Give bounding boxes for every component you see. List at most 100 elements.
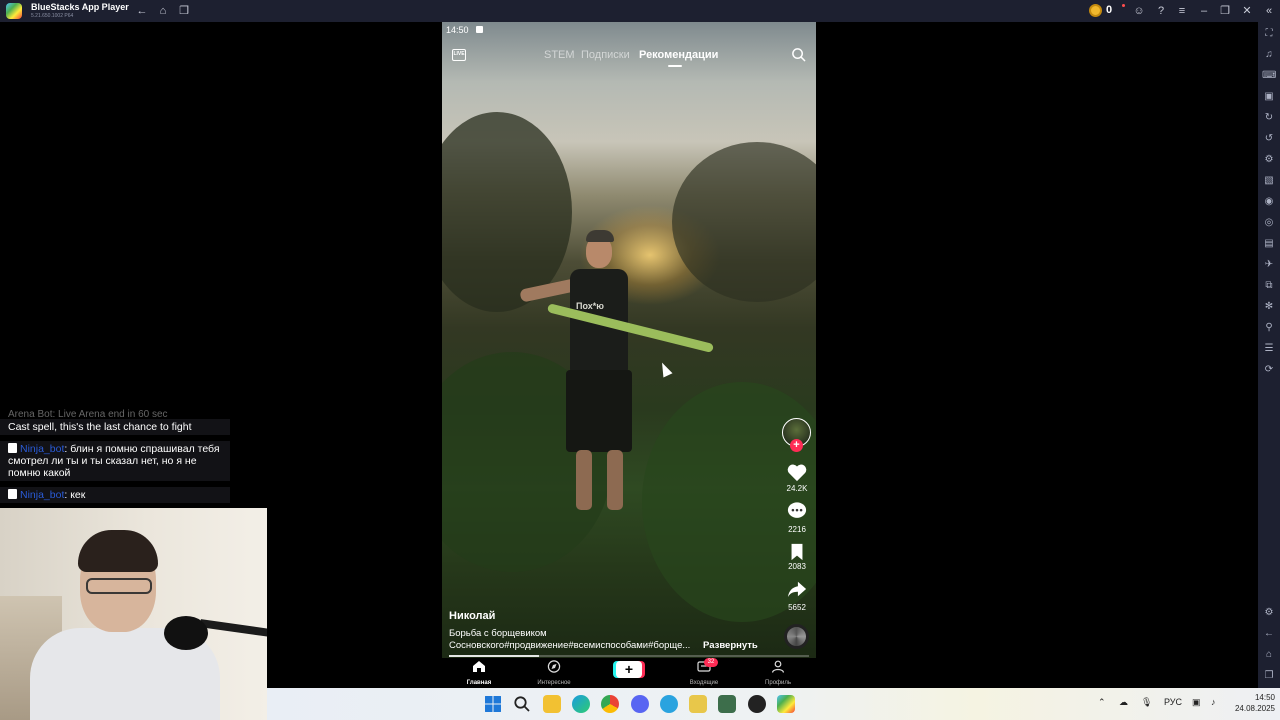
hogweed-silhouette [672, 142, 816, 302]
save-count: 2083 [788, 562, 806, 571]
chat-username: Ninja_bot [20, 443, 65, 455]
chrome-icon[interactable] [601, 695, 619, 713]
bookmark-icon[interactable] [786, 542, 808, 562]
music-disc-icon[interactable] [784, 624, 809, 649]
obs-icon[interactable] [748, 695, 766, 713]
screenshot-icon[interactable]: ◉ [1262, 195, 1276, 209]
chat-message: Ninja_bot: блин я помню спрашивал тебя с… [0, 441, 230, 481]
media-folder-icon[interactable]: ▤ [1262, 237, 1276, 251]
game-controls-icon[interactable]: ▣ [1262, 90, 1276, 104]
clock-date: 24.08.2025 [1234, 704, 1275, 713]
nav-home[interactable]: Главная [449, 660, 509, 686]
twitch-icon [8, 443, 17, 453]
collapse-sidebar-icon[interactable]: « [1261, 3, 1277, 19]
layers-icon[interactable]: ☰ [1262, 342, 1276, 356]
language-indicator[interactable]: РУС [1164, 697, 1182, 707]
search-taskbar-icon[interactable] [513, 695, 531, 713]
windows-taskbar: ⌃ ☁ 🎙 РУС ▣ ♪ 14:50 24.08.2025 [267, 688, 1280, 720]
performance-icon[interactable]: ▧ [1262, 174, 1276, 188]
active-tab-indicator [668, 65, 682, 67]
share-count: 5652 [788, 603, 806, 612]
volume-icon[interactable]: ♫ [1262, 48, 1276, 62]
title-bar: BlueStacks App Player 5.21.650.1002 P64 … [0, 0, 1280, 22]
compass-icon [547, 660, 561, 673]
mic-tray-icon[interactable]: 🎙 [1141, 697, 1152, 708]
heart-icon[interactable] [786, 462, 808, 482]
menu-icon[interactable]: ≡ [1174, 3, 1190, 19]
comment-count: 2216 [788, 525, 806, 534]
fullscreen-icon[interactable]: ⛶ [1262, 27, 1276, 41]
mic-arm [199, 619, 267, 637]
sync-icon[interactable]: ↺ [1262, 132, 1276, 146]
status-notification-icon [476, 26, 483, 33]
microphone-icon [164, 616, 208, 650]
home-icon[interactable]: ⌂ [155, 3, 171, 19]
file-explorer-icon[interactable] [543, 695, 561, 713]
sidebar-home-icon[interactable]: ⌂ [1262, 648, 1276, 662]
nav-home-label: Главная [466, 680, 492, 686]
settings-icon[interactable]: ⚙ [1262, 606, 1276, 620]
minimize-icon[interactable]: – [1196, 3, 1212, 19]
tab-stem[interactable]: STEM [544, 49, 575, 61]
streamer-webcam [0, 508, 267, 720]
edge-icon[interactable] [572, 695, 590, 713]
coin-icon[interactable] [1089, 4, 1102, 17]
bluestacks-sidebar: ⛶ ♫ ⌨ ▣ ↻ ↺ ⚙ ▧ ◉ ◎ ▤ ✈ ⧉ ✻ ⚲ ☰ ⟳ ⚙ ← ⌂ … [1258, 22, 1280, 720]
airplane-icon[interactable]: ✈ [1262, 258, 1276, 272]
create-button[interactable]: + [616, 661, 642, 678]
clock-time: 14:50 [1254, 693, 1275, 702]
tab-recommendations[interactable]: Рекомендации [639, 49, 718, 61]
account-icon[interactable]: ☺ [1131, 3, 1147, 19]
nav-profile[interactable]: Профиль [748, 660, 808, 686]
rotate-icon[interactable]: ↻ [1262, 111, 1276, 125]
system-clock[interactable]: 14:50 24.08.2025 [1229, 692, 1275, 714]
back-icon[interactable]: ← [134, 3, 150, 19]
location-icon[interactable]: ⚲ [1262, 321, 1276, 335]
app-icon[interactable] [689, 695, 707, 713]
screen: BlueStacks App Player 5.21.650.1002 P64 … [0, 0, 1280, 720]
window-app-icon[interactable] [718, 695, 736, 713]
live-icon[interactable]: LIVE [452, 49, 466, 61]
chat-message: Ninja_bot: кек [0, 487, 230, 503]
sync-instance-icon[interactable]: ⟳ [1262, 363, 1276, 377]
search-icon[interactable] [791, 47, 806, 62]
multi-instance-icon[interactable]: ⧉ [1262, 279, 1276, 293]
sidebar-back-icon[interactable]: ← [1262, 627, 1276, 641]
close-icon[interactable]: ✕ [1239, 3, 1255, 19]
macro-icon[interactable]: ⚙ [1262, 153, 1276, 167]
status-time: 14:50 [446, 25, 469, 35]
nav-discover[interactable]: Интересное [524, 660, 584, 686]
discord-icon[interactable] [631, 695, 649, 713]
help-icon[interactable]: ? [1153, 3, 1169, 19]
shirt-print: Пох*ю [576, 301, 604, 311]
expand-description-link[interactable]: Развернуть [703, 640, 758, 651]
app-title: BlueStacks App Player [31, 2, 129, 12]
recent-apps-icon[interactable]: ❐ [176, 3, 192, 19]
follow-plus-icon[interactable]: + [790, 439, 803, 452]
share-icon[interactable] [786, 579, 808, 599]
telegram-icon[interactable] [660, 695, 678, 713]
tray-chevron-icon[interactable]: ⌃ [1098, 697, 1106, 708]
chat-message-text: : кек [64, 489, 86, 501]
bluestacks-taskbar-icon[interactable] [777, 695, 795, 713]
video-description-line1: Борьба с борщевиком [449, 628, 547, 639]
eco-mode-icon[interactable]: ✻ [1262, 300, 1276, 314]
comment-icon[interactable] [786, 501, 808, 521]
display-tray-icon[interactable]: ▣ [1192, 697, 1201, 708]
volume-tray-icon[interactable]: ♪ [1211, 697, 1216, 707]
tiktok-screen[interactable]: Пох*ю 14:50 LIVE STEM Подписки Рекоменда… [442, 22, 816, 688]
author-name[interactable]: Николай [449, 610, 495, 622]
person-cap [586, 230, 614, 242]
record-icon[interactable]: ◎ [1262, 216, 1276, 230]
sidebar-recent-icon[interactable]: ❐ [1262, 669, 1276, 683]
nav-discover-label: Интересное [537, 680, 571, 686]
network-tray-icon[interactable]: ☁ [1119, 697, 1128, 708]
keyboard-icon[interactable]: ⌨ [1262, 69, 1276, 83]
inbox-badge: 32 [704, 658, 718, 667]
windows-start-icon[interactable] [484, 695, 502, 713]
restore-icon[interactable]: ❐ [1217, 3, 1233, 19]
streamer-glasses [86, 578, 152, 594]
app-version: 5.21.650.1002 P64 [31, 13, 74, 19]
tab-subscriptions[interactable]: Подписки [581, 49, 630, 61]
video-progress-bar[interactable] [449, 655, 809, 657]
